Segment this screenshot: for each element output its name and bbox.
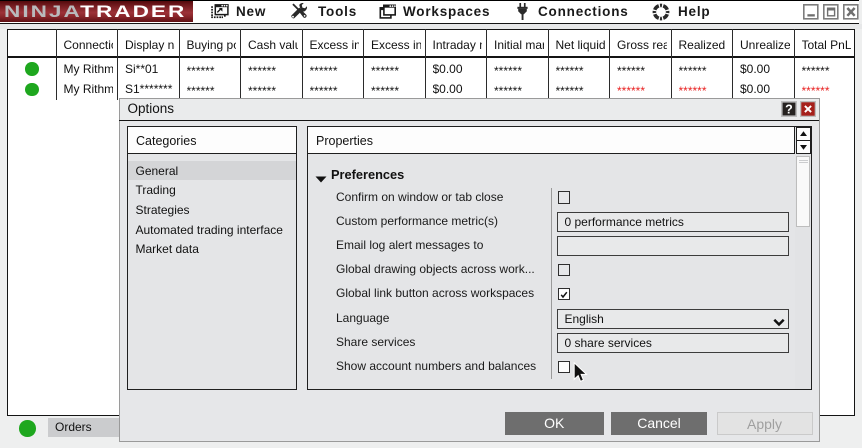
svg-text:?: ? xyxy=(785,102,793,116)
